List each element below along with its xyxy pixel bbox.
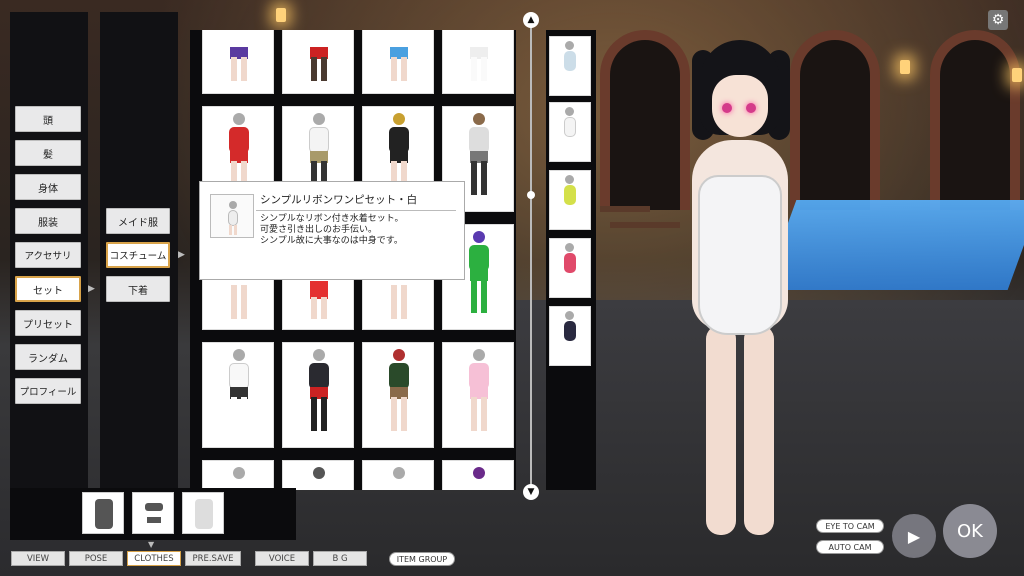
menu-item-hair[interactable]: 髪 — [15, 140, 81, 166]
submenu-item-costume[interactable]: コスチューム — [106, 242, 170, 268]
scene-bench — [600, 206, 650, 212]
ok-button[interactable]: OK — [943, 504, 997, 558]
costume-thumbnail[interactable] — [362, 30, 434, 94]
character-swimsuit — [698, 175, 782, 335]
menu-item-head[interactable]: 頭 — [15, 106, 81, 132]
submenu-item-underwear[interactable]: 下着 — [106, 276, 170, 302]
costume-thumbnail[interactable] — [202, 30, 274, 94]
color-variant-thumbnail[interactable] — [549, 36, 591, 96]
lamp-light — [1012, 68, 1022, 82]
costume-thumbnail[interactable] — [362, 342, 434, 448]
tooltip-divider — [256, 210, 456, 211]
scene-arch — [930, 30, 1020, 210]
selected-arrow-icon: ▶ — [178, 250, 185, 260]
tooltip-line: シンプルなリボン付き水着セット。 — [260, 214, 404, 224]
costume-thumbnail[interactable] — [362, 460, 434, 490]
clothes-underwear-icon[interactable] — [132, 492, 174, 534]
color-variant-thumbnail[interactable] — [549, 102, 591, 162]
character-leg — [744, 325, 774, 535]
character-eye — [746, 103, 756, 113]
clothes-full-icon[interactable] — [82, 492, 124, 534]
tab-view[interactable]: VIEW — [11, 551, 65, 566]
menu-item-profile[interactable]: プロフィール — [15, 378, 81, 404]
costume-thumbnail[interactable] — [202, 342, 274, 448]
selected-arrow-icon: ▶ — [88, 284, 95, 294]
color-variant-column — [546, 30, 596, 490]
clothing-state-bar — [10, 488, 296, 540]
clothes-nude-icon[interactable] — [182, 492, 224, 534]
menu-item-preset[interactable]: プリセット — [15, 310, 81, 336]
tab-bg[interactable]: B G — [313, 551, 367, 566]
tab-voice[interactable]: VOICE — [255, 551, 309, 566]
tooltip-line: シンプル故に大事なのは中身です。 — [260, 236, 403, 246]
lamp-light — [900, 60, 910, 74]
tab-presave[interactable]: PRE.SAVE — [185, 551, 241, 566]
tooltip-line: 可愛さ引き出しのお手伝い。 — [260, 225, 378, 235]
scroll-up-icon[interactable]: ▲ — [523, 12, 539, 28]
gear-icon[interactable]: ⚙ — [988, 10, 1008, 30]
tooltip-description: シンプルなリボン付き水着セット。 可愛さ引き出しのお手伝い。 シンプル故に大事な… — [260, 214, 404, 247]
menu-item-clothing[interactable]: 服装 — [15, 208, 81, 234]
auto-cam-button[interactable]: AUTO CAM — [816, 540, 884, 554]
scroll-down-icon[interactable]: ▼ — [523, 484, 539, 500]
eye-to-cam-button[interactable]: EYE TO CAM — [816, 519, 884, 533]
costume-thumbnail[interactable] — [442, 460, 514, 490]
lamp-light — [276, 8, 286, 22]
character-model — [670, 40, 810, 540]
scroll-thumb[interactable] — [527, 191, 535, 199]
tab-pose[interactable]: POSE — [69, 551, 123, 566]
submenu-item-maid[interactable]: メイド服 — [106, 208, 170, 234]
menu-item-set[interactable]: セット — [15, 276, 81, 302]
color-variant-thumbnail[interactable] — [549, 170, 591, 230]
tooltip-title: シンプルリボンワンピセット・白 — [260, 194, 418, 206]
costume-thumbnail[interactable] — [282, 460, 354, 490]
menu-item-accessory[interactable]: アクセサリ — [15, 242, 81, 268]
camera-icon[interactable]: ▶ — [892, 514, 936, 558]
character-face — [712, 75, 768, 137]
item-tooltip: シンプルリボンワンピセット・白 シンプルなリボン付き水着セット。 可愛さ引き出し… — [199, 181, 465, 280]
tooltip-thumbnail — [210, 194, 254, 238]
menu-item-random[interactable]: ランダム — [15, 344, 81, 370]
color-variant-thumbnail[interactable] — [549, 306, 591, 366]
tab-clothes[interactable]: CLOTHES — [127, 551, 181, 566]
character-leg — [706, 325, 736, 535]
costume-thumbnail[interactable] — [282, 30, 354, 94]
costume-thumbnail[interactable] — [282, 342, 354, 448]
grid-scrollbar[interactable] — [530, 22, 532, 490]
character-eye — [722, 103, 732, 113]
color-variant-thumbnail[interactable] — [549, 238, 591, 298]
menu-item-body[interactable]: 身体 — [15, 174, 81, 200]
costume-thumbnail[interactable] — [442, 30, 514, 94]
chevron-down-icon: ▼ — [148, 540, 155, 549]
costume-thumbnail[interactable] — [442, 342, 514, 448]
item-group-button[interactable]: ITEM GROUP — [389, 552, 455, 566]
costume-thumbnail[interactable] — [202, 460, 274, 490]
